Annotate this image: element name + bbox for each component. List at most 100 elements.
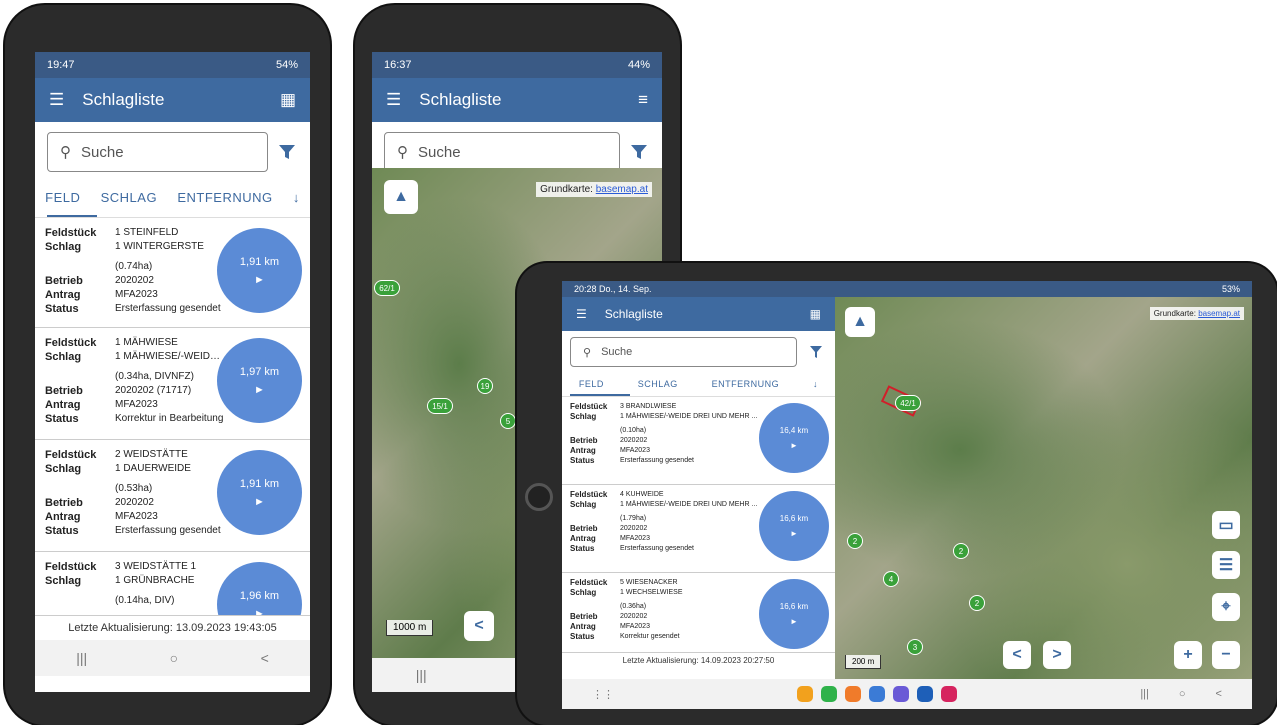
search-input[interactable]: ⚲ Suche bbox=[570, 337, 797, 367]
layers-icon[interactable]: ☰ bbox=[1212, 551, 1240, 579]
page-title: Schlagliste bbox=[604, 307, 663, 321]
next-button[interactable]: > bbox=[1043, 641, 1071, 669]
label-feldstueck: Feldstück bbox=[570, 402, 608, 411]
field-marker[interactable]: 5 bbox=[500, 413, 516, 429]
home-icon[interactable]: ○ bbox=[170, 650, 178, 666]
search-icon: ⚲ bbox=[397, 144, 408, 161]
recents-icon[interactable]: ||| bbox=[76, 650, 87, 666]
app-dock-icon[interactable] bbox=[869, 686, 886, 702]
label-feldstueck: Feldstück bbox=[45, 227, 97, 239]
search-input[interactable]: ⚲ Suche bbox=[47, 132, 268, 172]
zoom-in-button[interactable]: + bbox=[1174, 641, 1202, 669]
recents-icon[interactable]: ||| bbox=[416, 667, 427, 683]
sort-arrow-icon[interactable]: ↓ bbox=[293, 190, 300, 205]
field-marker[interactable]: 42/1 bbox=[895, 395, 921, 411]
prev-button[interactable]: < bbox=[1003, 641, 1031, 669]
field-marker[interactable]: 4 bbox=[883, 571, 899, 587]
tab-entfernung[interactable]: ENTFERNUNG bbox=[712, 379, 780, 389]
label-betrieb: Betrieb bbox=[570, 612, 598, 621]
list-item[interactable]: Feldstück 2 WEIDSTÄTTE Schlag 1 DAUERWEIDE… bbox=[35, 440, 310, 552]
map-view[interactable]: ▲ Grundkarte: basemap.at 42/1 2 2 4 2 3 … bbox=[835, 297, 1252, 679]
compass-icon[interactable]: ▲ bbox=[845, 307, 875, 337]
field-marker[interactable]: 15/1 bbox=[427, 398, 453, 414]
list-item[interactable]: Feldstück 3 WEIDSTÄTTE 1 Schlag 1 GRÜNBRAC… bbox=[35, 552, 310, 616]
home-icon[interactable]: ○ bbox=[1179, 688, 1186, 700]
distance-value: 1,96 km bbox=[239, 589, 280, 602]
list-panel: ☰ Schlagliste ▦ ⚲ Suche FELD SCHLAG ENTFE… bbox=[562, 297, 835, 679]
label-antrag: Antrag bbox=[570, 446, 596, 455]
label-status: Status bbox=[570, 632, 595, 641]
tab-feld[interactable]: FELD bbox=[579, 379, 604, 389]
field-marker[interactable]: 2 bbox=[847, 533, 863, 549]
status-bar: 19:47 54% bbox=[35, 52, 310, 78]
tab-schlag[interactable]: SCHLAG bbox=[638, 379, 678, 389]
app-dock-icon[interactable] bbox=[821, 686, 838, 702]
distance-button[interactable]: 16,6 km ► bbox=[759, 579, 829, 649]
field-marker[interactable]: 3 bbox=[907, 639, 923, 655]
tab-feld[interactable]: FELD bbox=[45, 190, 80, 205]
field-marker[interactable]: 2 bbox=[969, 595, 985, 611]
dock bbox=[797, 686, 958, 702]
tablet-screen: 20:28 Do., 14. Sep. 53% ☰ Schlagliste ▦ ⚲… bbox=[562, 281, 1252, 709]
search-icon: ⚲ bbox=[583, 346, 592, 359]
tab-entfernung[interactable]: ENTFERNUNG bbox=[177, 190, 272, 205]
distance-button[interactable]: 16,6 km ► bbox=[759, 491, 829, 561]
menu-icon[interactable]: ☰ bbox=[576, 307, 587, 321]
apps-icon[interactable]: ⋮⋮ bbox=[592, 688, 614, 701]
label-feldstueck: Feldstück bbox=[570, 578, 608, 587]
field-marker[interactable]: 62/1 bbox=[374, 280, 400, 296]
schlag-value: 1 MÄHWIESE/-WEIDE DREI UND MEHR ... bbox=[620, 501, 758, 508]
status-bar: 16:37 44% bbox=[372, 52, 662, 78]
menu-icon[interactable]: ☰ bbox=[386, 90, 401, 110]
distance-value: 16,4 km bbox=[779, 426, 809, 435]
attribution-link[interactable]: basemap.at bbox=[1198, 309, 1240, 318]
app-dock-icon[interactable] bbox=[893, 686, 910, 702]
back-icon[interactable]: < bbox=[1216, 688, 1222, 700]
zoom-out-button[interactable]: − bbox=[1212, 641, 1240, 669]
app-dock-icon[interactable] bbox=[917, 686, 934, 702]
sort-arrow-icon[interactable]: ↓ bbox=[813, 379, 818, 389]
map-scale: 1000 m bbox=[386, 620, 434, 636]
distance-button[interactable]: 16,4 km ► bbox=[759, 403, 829, 473]
compass-icon[interactable]: ▲ bbox=[384, 180, 418, 214]
back-icon[interactable]: < bbox=[261, 650, 269, 666]
locate-icon[interactable]: ⌖ bbox=[1212, 593, 1240, 621]
last-update: Letzte Aktualisierung: 13.09.2023 19:43:… bbox=[35, 616, 310, 640]
label-antrag: Antrag bbox=[45, 399, 81, 411]
search-input[interactable]: ⚲ Suche bbox=[384, 132, 620, 172]
search-row: ⚲ Suche bbox=[35, 122, 310, 178]
map-icon[interactable]: ▦ bbox=[280, 90, 296, 110]
attribution-link[interactable]: basemap.at bbox=[596, 184, 648, 195]
search-placeholder: Suche bbox=[81, 143, 124, 161]
filter-icon[interactable] bbox=[276, 141, 298, 163]
filter-icon[interactable] bbox=[805, 341, 827, 363]
field-marker[interactable]: 19 bbox=[477, 378, 493, 394]
tab-schlag[interactable]: SCHLAG bbox=[101, 190, 157, 205]
app-dock-icon[interactable] bbox=[797, 686, 814, 702]
list-item[interactable]: Feldstück 1 STEINFELD Schlag 1 WINTERGERST… bbox=[35, 218, 310, 328]
menu-icon[interactable]: ☰ bbox=[49, 90, 64, 110]
app-dock-icon[interactable] bbox=[941, 686, 958, 702]
label-betrieb: Betrieb bbox=[570, 524, 598, 533]
tablet: 20:28 Do., 14. Sep. 53% ☰ Schlagliste ▦ ⚲… bbox=[517, 263, 1277, 725]
list-item[interactable]: Feldstück 3 BRANDLWIESE Schlag 1 MÄHWIESE/… bbox=[562, 397, 835, 485]
filter-icon[interactable] bbox=[628, 141, 650, 163]
field-marker[interactable]: 2 bbox=[953, 543, 969, 559]
recents-icon[interactable]: ||| bbox=[1140, 688, 1149, 700]
list-item[interactable]: Feldstück 1 MÄHWIESE Schlag 1 MÄHWIESE/-WE… bbox=[35, 328, 310, 440]
distance-button[interactable]: 1,91 km ► bbox=[217, 450, 302, 535]
home-button[interactable] bbox=[525, 483, 553, 511]
status-time: 19:47 bbox=[47, 59, 75, 71]
layer-toggle-icon[interactable]: ▭ bbox=[1212, 511, 1240, 539]
prev-button[interactable]: < bbox=[464, 611, 494, 641]
attribution-prefix: Grundkarte: bbox=[1153, 309, 1196, 318]
distance-button[interactable]: 1,91 km ► bbox=[217, 228, 302, 313]
distance-button[interactable]: 1,97 km ► bbox=[217, 338, 302, 423]
map-icon[interactable]: ▦ bbox=[810, 307, 821, 321]
field-list: Feldstück 1 STEINFELD Schlag 1 WINTERGERST… bbox=[35, 218, 310, 616]
list-item[interactable]: Feldstück 4 KUHWEIDE Schlag 1 MÄHWIESE/-WE… bbox=[562, 485, 835, 573]
list-item[interactable]: Feldstück 5 WIESENACKER Schlag 1 WECHSELWI… bbox=[562, 573, 835, 653]
map-navigate-icon: ► bbox=[254, 607, 265, 616]
app-dock-icon[interactable] bbox=[845, 686, 862, 702]
list-icon[interactable]: ≡ bbox=[638, 90, 648, 110]
